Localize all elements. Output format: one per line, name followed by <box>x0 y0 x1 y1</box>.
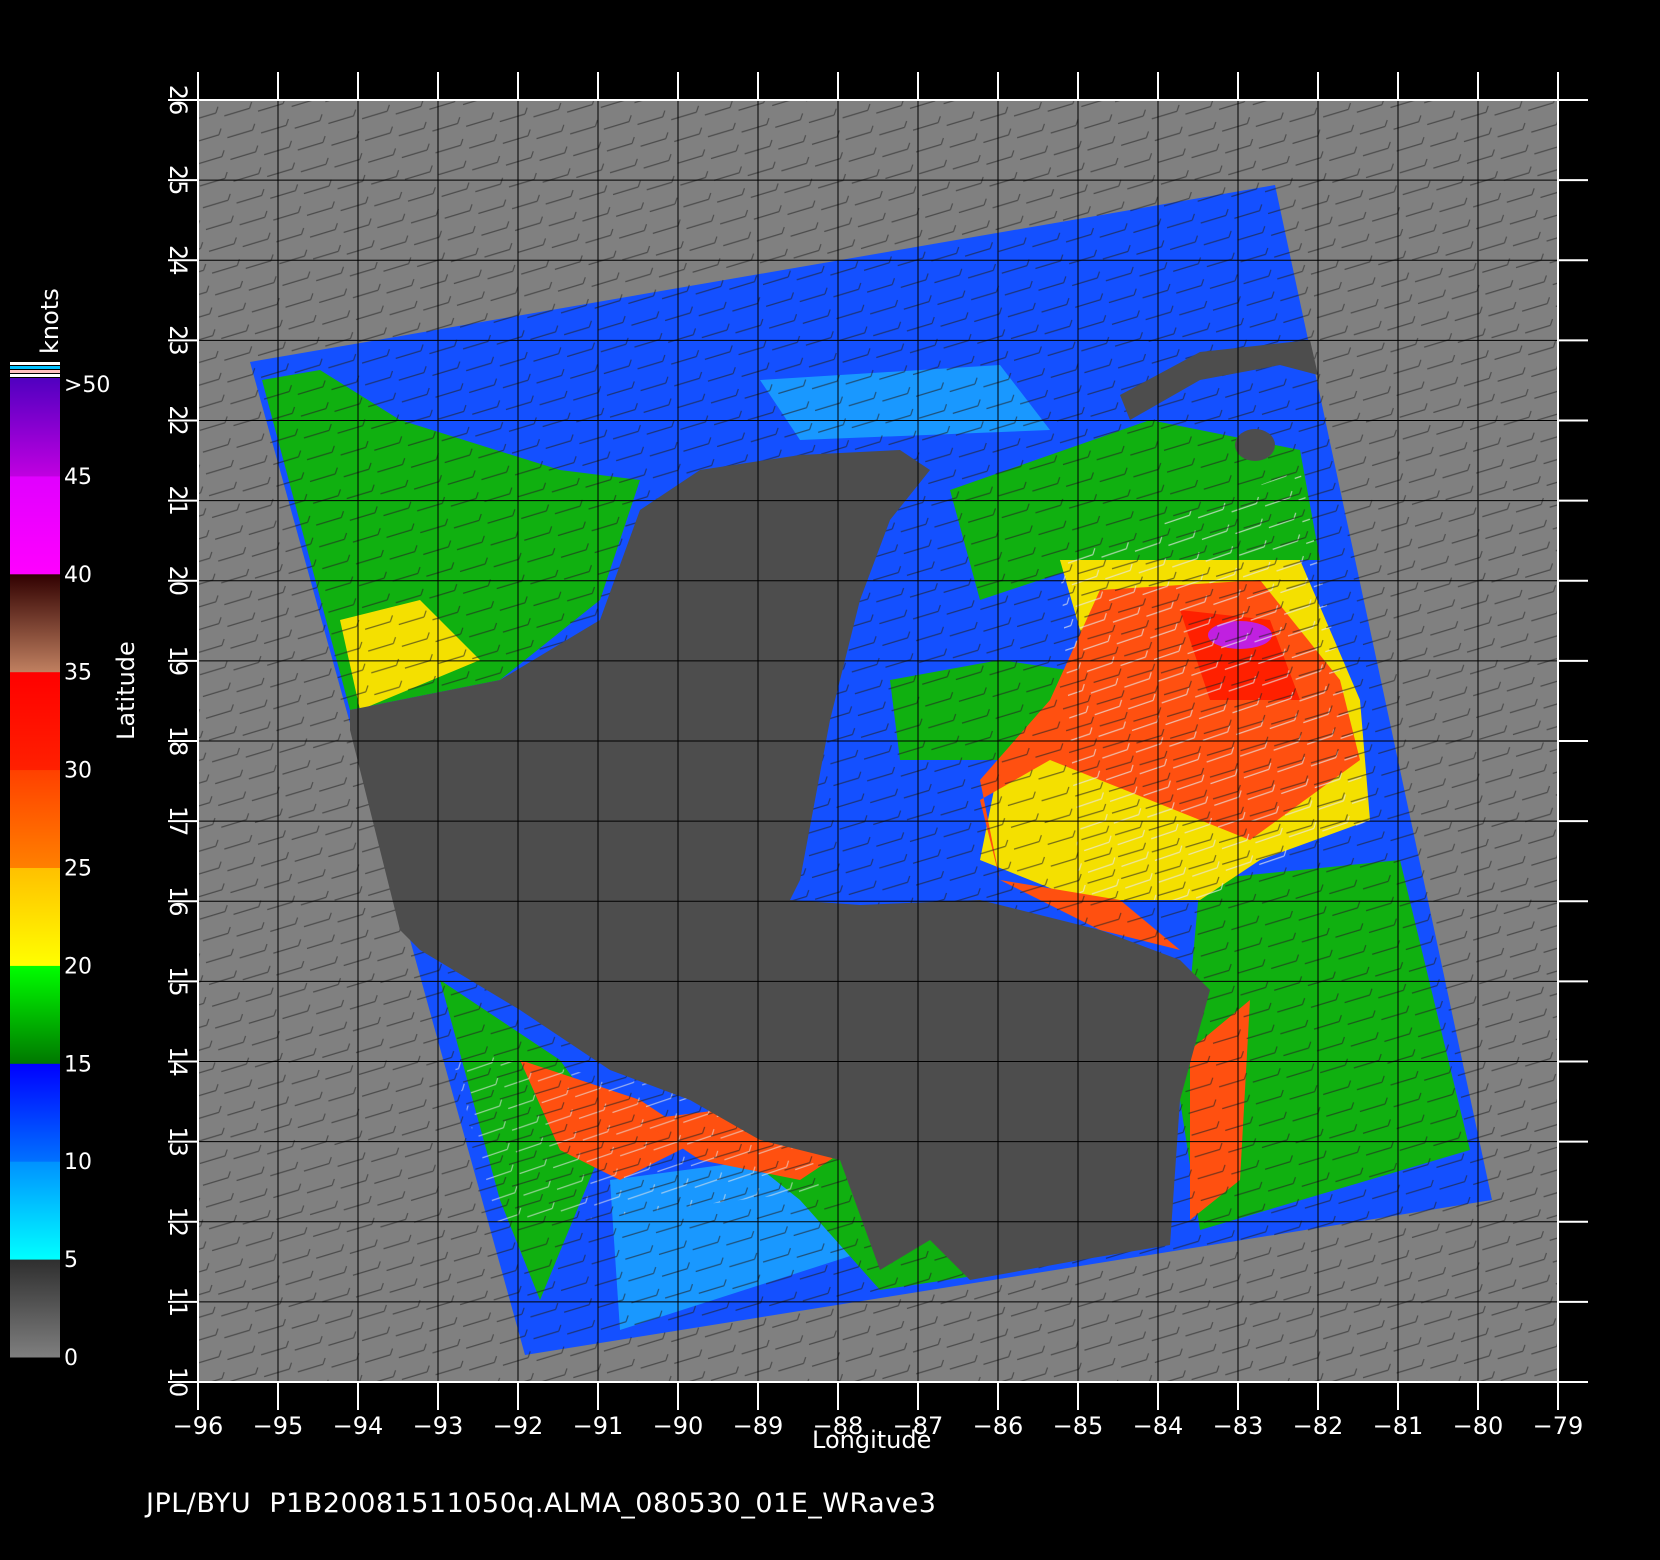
lon-tick-label: −90 <box>653 1412 704 1440</box>
colorbar-segment <box>10 1259 60 1358</box>
colorbar-segment <box>10 573 60 673</box>
colorbar-label: 10 <box>64 1150 92 1175</box>
lon-tick-label: −86 <box>973 1412 1024 1440</box>
colorbar-segment <box>10 769 60 868</box>
lat-tick-label: 25 <box>164 165 192 196</box>
colorbar-segment <box>10 378 60 477</box>
lon-tick-label: −93 <box>413 1412 464 1440</box>
lat-tick-label: 23 <box>164 325 192 356</box>
lon-tick-label: −84 <box>1133 1412 1184 1440</box>
colorbar-overflow-stripe <box>10 362 60 365</box>
lat-tick-label: 20 <box>164 565 192 596</box>
colorbar-label: 30 <box>64 759 92 784</box>
lon-tick-label: −85 <box>1053 1412 1104 1440</box>
lat-tick-label: 13 <box>164 1126 192 1157</box>
colorbar-label: 20 <box>64 954 92 979</box>
y-axis-title: Latitude <box>112 641 140 740</box>
colorbar-label: >50 <box>64 373 110 398</box>
lat-tick-label: 10 <box>164 1367 192 1398</box>
lon-tick-label: −95 <box>253 1412 304 1440</box>
lat-tick-label: 26 <box>164 85 192 116</box>
lat-tick-label: 16 <box>164 886 192 917</box>
colorbar-title: knots <box>36 288 64 354</box>
colorbar-segment <box>10 1063 60 1162</box>
lon-tick-label: −91 <box>573 1412 624 1440</box>
lon-tick-label: −79 <box>1533 1412 1584 1440</box>
lat-tick-label: 12 <box>164 1206 192 1237</box>
lat-tick-label: 21 <box>164 485 192 516</box>
wind-speed-map: −96 −95 −94 −93 −92 −91 −90 −89 −88 −87 −86 −85 −84−… <box>10 72 1588 1440</box>
lat-tick-label: 17 <box>164 806 192 837</box>
lat-tick-label: 22 <box>164 405 192 436</box>
colorbar-overflow-stripe <box>10 374 60 377</box>
colorbar-label: 40 <box>64 563 92 588</box>
colorbar-label: 0 <box>64 1346 78 1371</box>
colorbar-segment <box>10 671 60 771</box>
footer-caption: JPL/BYU P1B20081511050q.ALMA_080530_01E_… <box>146 1488 937 1519</box>
lat-tick-label: 14 <box>164 1046 192 1077</box>
colorbar-segment <box>10 867 60 966</box>
colorbar-overflow-stripe <box>10 370 60 373</box>
lat-tick-label: 15 <box>164 966 192 997</box>
land-isla-juventud <box>1235 429 1275 461</box>
colorbar-label: 5 <box>64 1248 78 1273</box>
lat-tick-label: 19 <box>164 646 192 677</box>
lon-tick-label: −94 <box>333 1412 384 1440</box>
lon-tick-label: −80 <box>1453 1412 1504 1440</box>
colorbar-segment <box>10 965 60 1064</box>
colorbar-overflow-stripe <box>10 366 60 369</box>
lon-tick-label: −92 <box>493 1412 544 1440</box>
colorbar-label: 15 <box>64 1052 92 1077</box>
colorbar-labels: 0 5 10 15 20 25 30 35 40 45 >50 <box>64 373 110 1371</box>
colorbar-label: 35 <box>64 661 92 686</box>
lon-tick-label: −89 <box>733 1412 784 1440</box>
lon-tick-label: −81 <box>1373 1412 1424 1440</box>
colorbar-label: 25 <box>64 857 92 882</box>
colorbar-label: 45 <box>64 465 92 490</box>
colorbar <box>10 362 60 1358</box>
lon-tick-label: −82 <box>1293 1412 1344 1440</box>
lat-tick-label: 11 <box>164 1287 192 1318</box>
colorbar-segment <box>10 1161 60 1260</box>
lon-tick-label: −96 <box>173 1412 224 1440</box>
lon-tick-label: −83 <box>1213 1412 1264 1440</box>
lat-tick-label: 24 <box>164 245 192 276</box>
colorbar-segment <box>10 475 60 575</box>
x-axis-title: Longitude <box>812 1426 932 1454</box>
lat-tick-label: 18 <box>164 726 192 757</box>
